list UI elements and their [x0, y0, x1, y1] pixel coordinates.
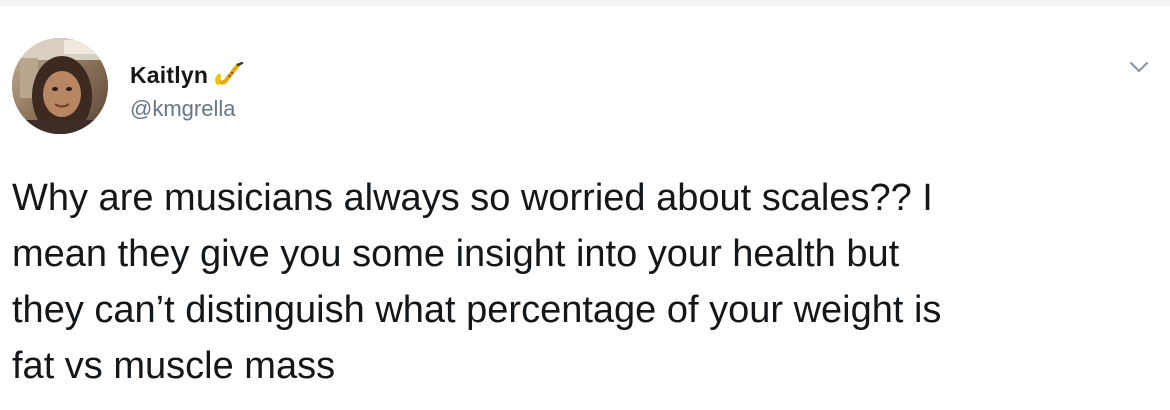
display-name[interactable]: Kaitlyn	[130, 62, 208, 89]
avatar-photo	[12, 38, 108, 134]
handle[interactable]: @kmgrella	[130, 96, 235, 122]
author-name-row: Kaitlyn	[130, 60, 244, 90]
saxophone-emoji-icon	[214, 61, 244, 88]
tweet-card: Kaitlyn @kmgrella Why are musicians alwa…	[0, 0, 1170, 410]
tweet-text: Why are musicians always so worried abou…	[12, 177, 942, 387]
top-divider	[0, 0, 1170, 6]
avatar[interactable]	[12, 38, 108, 134]
chevron-down-icon[interactable]	[1124, 52, 1154, 82]
